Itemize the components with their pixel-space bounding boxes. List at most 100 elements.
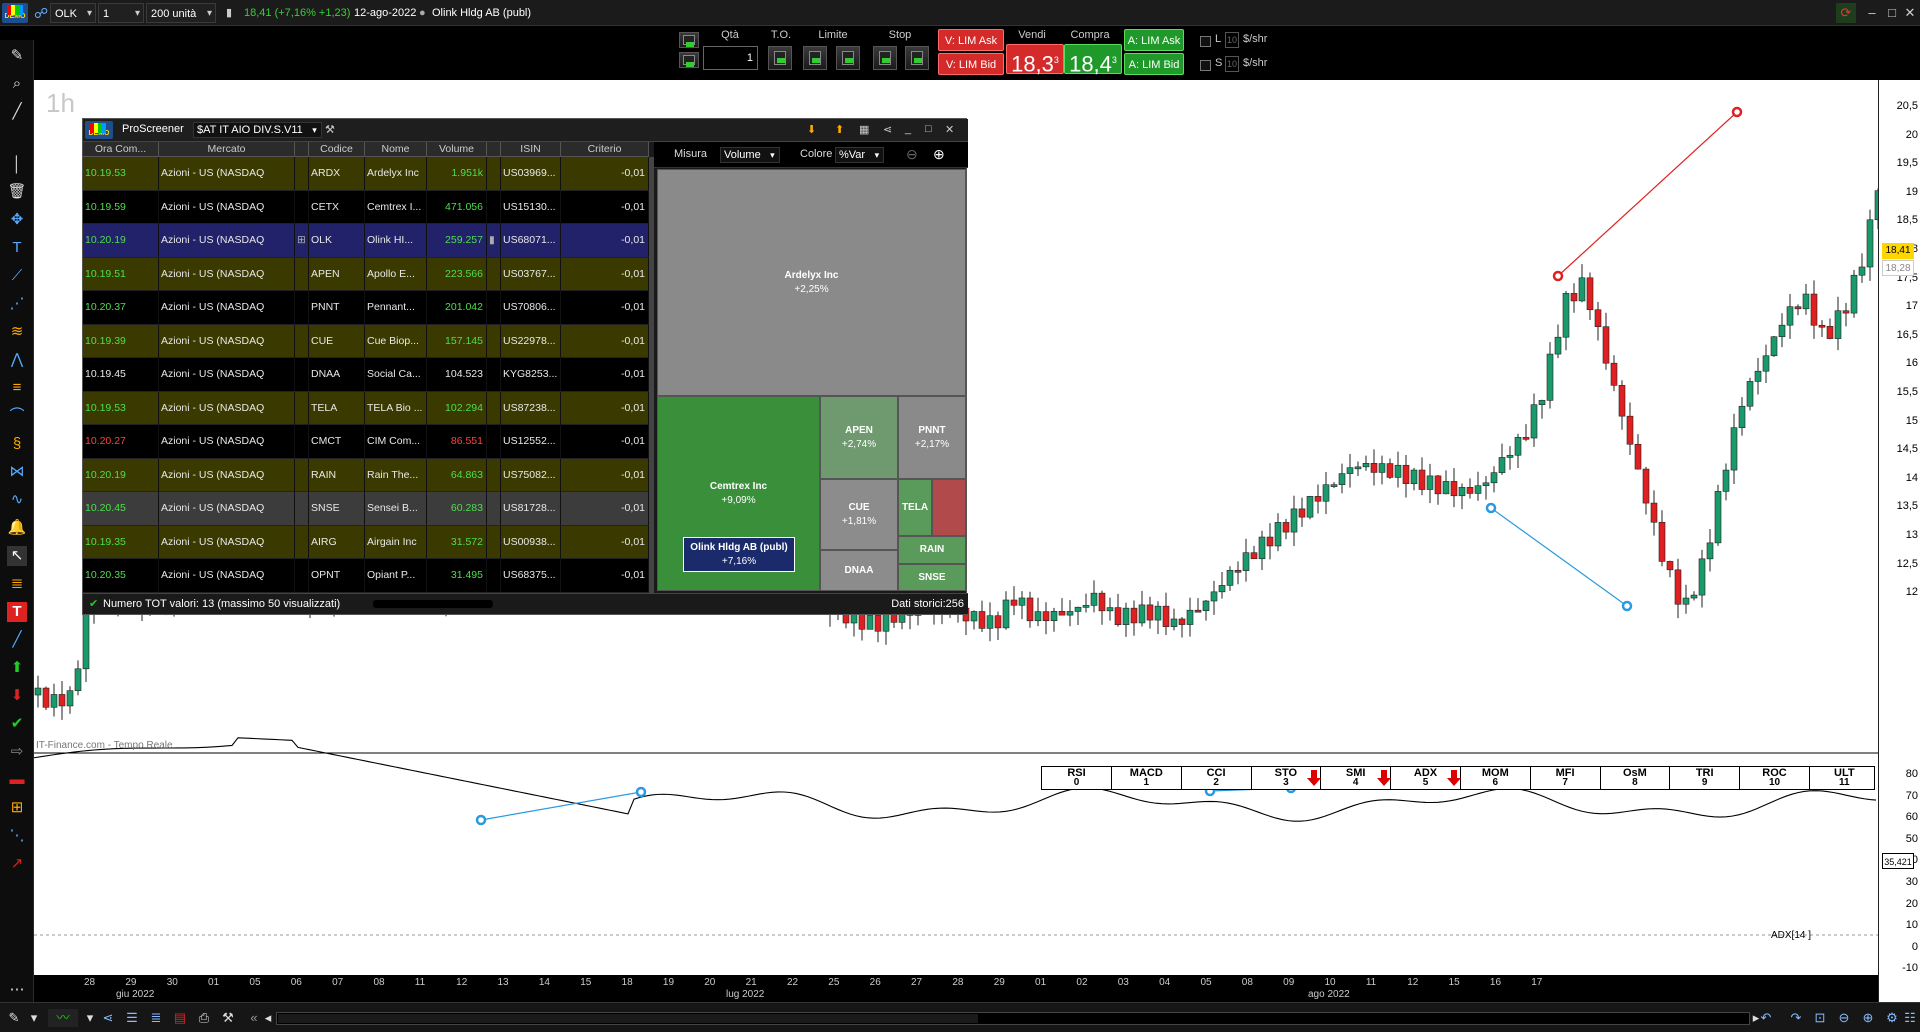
indicator-tab-smi[interactable]: SMI 4 [1321,767,1392,789]
treemap-tile[interactable]: RAIN [898,536,966,564]
table-row[interactable]: 10.19.39 Azioni - US (NASDAQ CUE Cue Biop..… [83,324,649,358]
short-qty-box[interactable]: 10 [1225,56,1239,72]
undo-icon[interactable]: ↶ [1756,1009,1776,1027]
upload-icon[interactable]: ⬆ [835,123,844,136]
fan-icon[interactable]: ⋀ [7,350,27,370]
column-header[interactable]: ISIN [501,142,561,157]
anchor-point[interactable] [1731,106,1743,118]
spiral-icon[interactable]: § [7,434,27,454]
treemap-tile[interactable]: TELA [898,479,932,536]
qty-input[interactable]: 1 [703,46,758,70]
move-icon[interactable]: ✥ [7,210,27,230]
check-icon[interactable]: ✔ [7,714,27,734]
table-row[interactable]: 10.20.35 Azioni - US (NASDAQ OPNT Opiant P.… [83,559,649,593]
zoom-fit-icon[interactable]: ⊡ [1810,1009,1830,1027]
trash-icon[interactable]: 🗑 [7,182,27,202]
download-icon[interactable]: ⬇ [807,123,816,136]
maximize-icon[interactable]: □ [925,123,932,135]
anchor-point[interactable] [1621,600,1633,612]
table-row[interactable]: 10.19.35 Azioni - US (NASDAQ AIRG Airgain I… [83,525,649,559]
limit-sell-button[interactable] [836,46,860,70]
sell-lim-bid-button[interactable]: V: LIM Bid [938,53,1004,75]
anchor-point[interactable] [635,786,647,798]
bell-icon[interactable]: 🔔 [7,518,27,538]
measure-icon[interactable]: ⋱ [7,826,27,846]
sell-lim-ask-button[interactable]: V: LIM Ask [938,29,1004,51]
table-row[interactable]: 10.20.45 Azioni - US (NASDAQ SNSE Sensei B.… [83,492,649,526]
share-icon[interactable]: ⋖ [98,1009,118,1027]
cursor-icon[interactable]: ↖ [7,546,27,566]
maximize-icon[interactable]: □ [1882,3,1902,23]
indicator-tab-sto[interactable]: STO 3 [1251,767,1322,789]
treemap[interactable]: Ardelyx Inc +2,25% Cemtrex Inc +9,09% APEN +2… [657,169,966,591]
wave-icon[interactable]: ∿ [7,490,27,510]
indicator-tab-tri[interactable]: TRI 9 [1670,767,1741,789]
text-box-icon[interactable]: T [7,602,27,622]
ray-icon[interactable]: ╱ [7,630,27,650]
keyboard-icon[interactable] [679,52,699,68]
more-icon[interactable]: ⋯ [7,980,27,1000]
wrench-icon[interactable] [679,32,699,48]
table-scrollbar[interactable] [649,157,654,593]
table-row[interactable]: 10.19.53 Azioni - US (NASDAQ ARDX Ardelyx I… [83,157,649,191]
treemap-tile[interactable]: DNAA [820,550,898,591]
treemap-tile[interactable]: PNNT +2,17% [898,396,966,479]
column-header[interactable]: Nome [365,142,427,157]
arc-icon[interactable]: ⌒ [7,406,27,426]
bid-price-button[interactable]: 18,33 [1006,44,1064,76]
anchor-point[interactable] [1552,270,1564,282]
column-header[interactable]: Codice [309,142,365,157]
horizontal-scrollbar[interactable] [276,1012,1750,1025]
channel-icon[interactable]: ⋰ [7,294,27,314]
units-select[interactable]: 200 unità [146,3,216,24]
zoom-out-icon[interactable]: ⊖ [1834,1009,1854,1027]
settings-icon[interactable]: ⚙ [1882,1009,1902,1027]
fibonacci-icon[interactable]: ≋ [7,322,27,342]
table-row[interactable]: 10.19.45 Azioni - US (NASDAQ DNAA Social Ca… [83,358,649,392]
column-header[interactable]: Volume [427,142,487,157]
treemap-tile-olk[interactable]: Olink Hldg AB (publ) +7,16% [683,537,795,572]
minimize-icon[interactable]: _ [905,123,911,135]
table-row[interactable]: 10.20.37 Azioni - US (NASDAQ PNNT Pennant..… [83,291,649,325]
indicator-tab-adx[interactable]: ADX 5 [1391,767,1461,789]
close-icon[interactable]: ✕ [1900,3,1920,23]
indicator-tab-osm[interactable]: OsM 8 [1600,767,1671,789]
anchor-point[interactable] [1485,502,1497,514]
dropdown-icon[interactable]: ▾ [24,1009,44,1027]
indicator-tab-mom[interactable]: MOM 6 [1461,767,1531,789]
share-icon[interactable]: ⋖ [883,123,892,136]
zoom-out-icon[interactable]: ⊖ [906,146,918,163]
zoom-in-icon[interactable]: ⊕ [1858,1009,1878,1027]
ask-price-button[interactable]: 18,43 [1064,44,1122,76]
table-row[interactable]: 10.19.51 Azioni - US (NASDAQ APEN Apollo E.… [83,257,649,291]
indicator-tab-mfi[interactable]: MFI 7 [1531,767,1601,789]
to-order-button[interactable] [768,46,792,70]
buy-lim-ask-button[interactable]: A: LIM Ask [1124,29,1184,51]
long-qty-box[interactable]: 10 [1225,32,1239,48]
indicator-tab-rsi[interactable]: RSI 0 [1042,767,1112,789]
text-icon[interactable]: T [7,238,27,258]
dropdown-icon-2[interactable]: ▾ [80,1009,100,1027]
indicator-tab-roc[interactable]: ROC 10 [1740,767,1810,789]
tools-icon[interactable]: ⚒ [218,1009,238,1027]
screen-select[interactable]: $AT IT AIO DIV.S.V11 [193,122,322,138]
limit-buy-button[interactable] [803,46,827,70]
symbol-select[interactable]: OLK [50,3,96,24]
anchor-point[interactable] [475,814,487,826]
grid-icon[interactable]: ⊞ [7,798,27,818]
minimize-icon[interactable]: – [1862,3,1882,23]
table-row[interactable]: 10.19.53 Azioni - US (NASDAQ TELA TELA Bio … [83,391,649,425]
print-icon[interactable]: ⎙ [194,1009,214,1027]
table-row[interactable]: 10.19.59 Azioni - US (NASDAQ CETX Cemtrex I… [83,190,649,224]
retracement-icon[interactable]: ≡ [7,378,27,398]
scroll-left-icon[interactable]: ◂ [262,1009,274,1027]
column-header[interactable] [487,142,501,157]
vertical-line-icon[interactable]: │ [7,155,27,175]
column-header[interactable]: Ora Com... [83,142,159,157]
sync-icon[interactable]: ⟳ [1836,3,1856,23]
arrow-right-icon[interactable]: ⇨ [7,742,27,762]
draw-icon[interactable]: ✎ [4,1009,24,1027]
list-icon[interactable]: ☰ [122,1009,142,1027]
ruler-icon[interactable]: ▬ [7,770,27,790]
date-axis[interactable]: 28 29 30 01 05 06 07 08 11 12 13 14 15 18 19 20 21 22 25 26… [34,975,1878,1002]
